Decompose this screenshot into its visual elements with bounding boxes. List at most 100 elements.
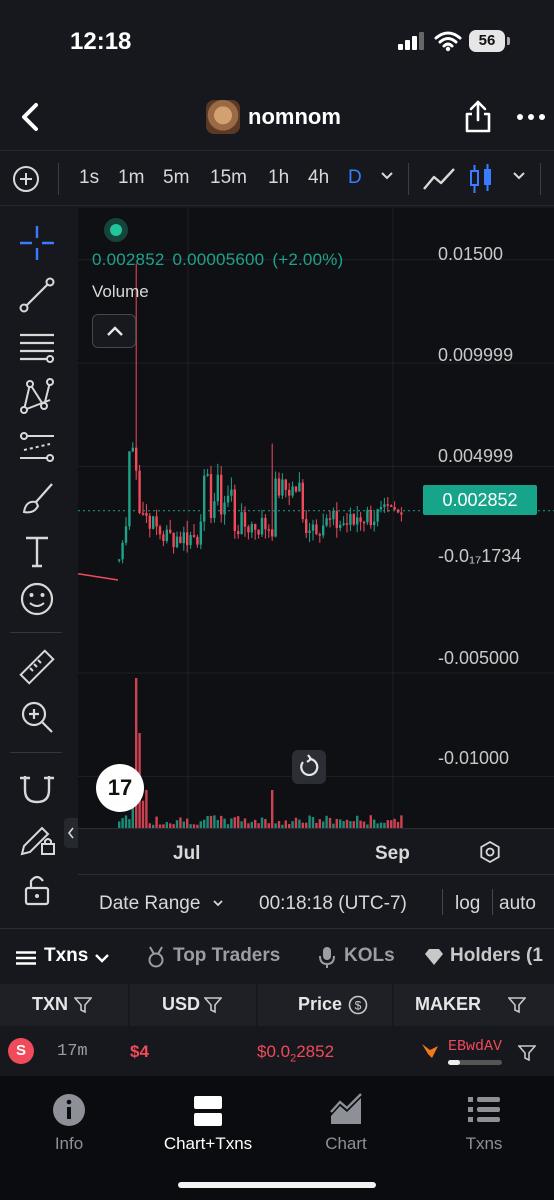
- candle-body: [315, 524, 318, 535]
- zoom-in-icon[interactable]: [16, 696, 58, 738]
- volume-bar: [386, 820, 389, 828]
- currency-toggle-icon[interactable]: $: [348, 995, 368, 1015]
- timeframe-dropdown-icon[interactable]: [380, 171, 394, 181]
- list-icon: [468, 1097, 500, 1122]
- chevron-up-icon: [107, 326, 123, 336]
- price-scale-label: 0.004999: [438, 446, 514, 466]
- volume-bars: [118, 678, 403, 828]
- volume-bar: [175, 820, 179, 828]
- volume-bar: [128, 819, 131, 828]
- txn-price-prefix: $0.0: [257, 1042, 291, 1061]
- collapse-legend-button[interactable]: [92, 314, 136, 348]
- back-button[interactable]: [14, 100, 48, 134]
- filter-icon[interactable]: [204, 996, 222, 1014]
- price-scale-label: -0.005000: [438, 648, 520, 668]
- share-icon[interactable]: [462, 100, 494, 134]
- candle-body: [118, 559, 121, 561]
- home-indicator: [178, 1182, 376, 1188]
- filter-icon[interactable]: [508, 996, 526, 1014]
- volume-bar: [118, 821, 121, 828]
- column-header-maker[interactable]: MAKER: [415, 994, 481, 1015]
- candle-body: [335, 510, 338, 528]
- volume-bar: [271, 790, 274, 828]
- brush-icon[interactable]: [16, 478, 58, 520]
- timeframe-1m[interactable]: 1m: [118, 167, 144, 189]
- candlestick-type-icon[interactable]: [468, 163, 494, 195]
- nav-info[interactable]: Info: [9, 1092, 129, 1154]
- status-time: 12:18: [70, 28, 132, 55]
- candle-body: [172, 532, 175, 548]
- text-tool-icon[interactable]: [16, 530, 58, 572]
- candle-body: [189, 535, 192, 546]
- timeframe-5m[interactable]: 5m: [163, 167, 189, 189]
- trend-line-icon[interactable]: [16, 274, 58, 316]
- txn-age: 17m: [57, 1042, 88, 1061]
- candle-body: [203, 475, 206, 522]
- axis-settings-icon[interactable]: [478, 840, 502, 864]
- volume-bar: [308, 815, 311, 828]
- forecast-icon[interactable]: [16, 426, 58, 468]
- timeframe-1h[interactable]: 1h: [268, 167, 289, 189]
- column-header-txn[interactable]: TXN: [32, 994, 68, 1015]
- date-range-selector[interactable]: Date Range: [99, 893, 200, 915]
- tab-kols[interactable]: KOLs: [344, 945, 395, 967]
- candle-body: [175, 536, 179, 548]
- timeframe-4h[interactable]: 4h: [308, 167, 329, 189]
- candlestick-chart: [78, 208, 554, 828]
- timezone-clock[interactable]: 00:18:18 (UTC-7): [259, 893, 407, 915]
- legend-change-pct: (+2.00%): [272, 250, 344, 269]
- candle-body: [352, 514, 355, 525]
- tradingview-logo[interactable]: 17: [96, 764, 144, 812]
- collapse-toolbar-tab[interactable]: [64, 818, 78, 848]
- candle-body: [339, 524, 342, 528]
- tab-top-traders[interactable]: Top Traders: [173, 945, 280, 967]
- candle-body: [152, 516, 155, 529]
- fib-lines-icon[interactable]: [16, 326, 58, 368]
- auto-scale-toggle[interactable]: auto: [499, 893, 536, 915]
- candle-body: [318, 534, 321, 536]
- volume-bar: [264, 819, 267, 828]
- volume-bar: [203, 819, 206, 828]
- unlock-icon[interactable]: [16, 868, 58, 910]
- timeframe-d[interactable]: D: [348, 167, 362, 189]
- column-header-usd[interactable]: USD: [162, 994, 200, 1015]
- price-chart[interactable]: [78, 208, 554, 828]
- nav-chart[interactable]: Chart: [286, 1092, 406, 1154]
- tab-holders[interactable]: Holders (1: [450, 945, 543, 967]
- ruler-icon[interactable]: [16, 646, 58, 688]
- candle-body: [128, 451, 131, 527]
- volume-bar: [318, 819, 321, 828]
- drawing-toolbar: [0, 208, 74, 928]
- timeframe-1s[interactable]: 1s: [79, 167, 99, 189]
- candle-body: [220, 474, 223, 515]
- table-row[interactable]: S 17m $4 $0.022852 EBwdAV: [0, 1026, 554, 1076]
- filter-icon[interactable]: [74, 996, 92, 1014]
- line-chart-type-icon[interactable]: [422, 165, 456, 193]
- maker-address[interactable]: EBwdAV: [448, 1038, 502, 1055]
- price-scale-label: -0.0₁₇1734: [438, 546, 522, 566]
- more-options-icon[interactable]: [516, 100, 546, 134]
- candle-body: [373, 521, 376, 526]
- volume-bar: [284, 820, 287, 828]
- crosshair-icon[interactable]: [16, 222, 58, 264]
- nav-txns[interactable]: Txns: [424, 1092, 544, 1154]
- lock-drawing-icon[interactable]: [16, 816, 58, 858]
- current-price-badge: 0.002852: [423, 485, 537, 515]
- magnet-icon[interactable]: [16, 766, 58, 808]
- chart-type-dropdown-icon[interactable]: [512, 171, 526, 181]
- filter-icon[interactable]: [518, 1044, 536, 1062]
- volume-bar: [400, 815, 403, 828]
- reset-chart-button[interactable]: [292, 750, 326, 784]
- add-indicator-icon[interactable]: [12, 165, 40, 193]
- emoji-icon[interactable]: [16, 578, 58, 620]
- candle-body: [237, 531, 240, 535]
- timeframe-15m[interactable]: 15m: [210, 167, 247, 189]
- pattern-icon[interactable]: [16, 376, 58, 418]
- volume-bar: [145, 789, 148, 828]
- volume-bar: [179, 817, 182, 828]
- toolbar-divider: [10, 752, 62, 753]
- nav-chart-txns[interactable]: Chart+Txns: [148, 1092, 268, 1154]
- tab-txns[interactable]: Txns: [44, 945, 88, 967]
- log-scale-toggle[interactable]: log: [455, 893, 480, 915]
- column-header-price[interactable]: Price: [298, 994, 342, 1015]
